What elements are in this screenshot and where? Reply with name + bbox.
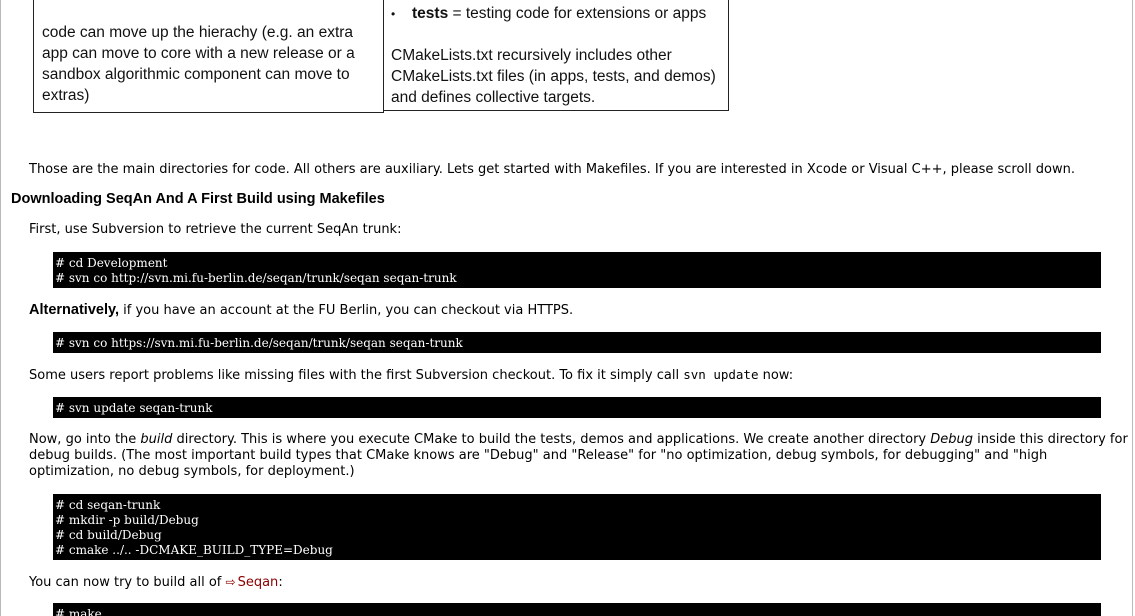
table-left-line: extras) — [42, 87, 90, 104]
table-right-line: CMakeLists.txt files (in apps, tests, an… — [391, 68, 716, 85]
table-right-line: CMakeLists.txt recursively includes othe… — [391, 47, 672, 64]
seqan-link[interactable]: Seqan — [238, 575, 279, 590]
section-heading: Downloading SeqAn And A First Build usin… — [11, 191, 385, 207]
table-right-line: and defines collective targets. — [391, 89, 596, 106]
intro-paragraph: Those are the main directories for code.… — [29, 162, 1075, 177]
step1-paragraph: First, use Subversion to retrieve the cu… — [29, 222, 402, 237]
problem-paragraph: Some users report problems like missing … — [29, 367, 793, 384]
try-build-colon: : — [278, 575, 283, 590]
code-block-https-checkout[interactable]: # svn co https://svn.mi.fu-berlin.de/seq… — [53, 332, 1101, 353]
problem-text-start: Some users report problems like missing … — [29, 368, 684, 383]
bullet-description: = testing code for extensions or apps — [448, 5, 707, 22]
build-dir-emphasis: build — [140, 432, 173, 447]
build-paragraph: Now, go into the build directory. This i… — [29, 432, 1129, 480]
bullet-icon: • — [391, 7, 396, 21]
cmakelists-description: CMakeLists.txt recursively includes othe… — [391, 45, 728, 108]
alternatively-label: Alternatively, — [29, 302, 119, 318]
tests-bullet-item: • tests = testing code for extensions or… — [391, 3, 728, 25]
try-build-text: You can now try to build all of — [29, 575, 226, 590]
directory-table-image: code can move up the hierachy (e.g. an e… — [33, 0, 729, 113]
table-cell-left: code can move up the hierachy (e.g. an e… — [33, 0, 384, 113]
alternative-text: if you have an account at the FU Berlin,… — [119, 303, 574, 318]
alternative-paragraph: Alternatively, if you have an account at… — [29, 302, 573, 319]
table-left-line: code can move up the hierachy (e.g. an e… — [42, 24, 354, 41]
code-block-make[interactable]: # make — [53, 603, 1101, 616]
svn-update-inline-code: svn update — [683, 367, 759, 382]
code-block-svn-update[interactable]: # svn update seqan-trunk — [53, 397, 1101, 418]
code-block-cmake-setup[interactable]: # cd seqan-trunk # mkdir -p build/Debug … — [53, 494, 1101, 560]
table-left-line: sandbox algorithmic component can move t… — [42, 66, 350, 83]
debug-dir-emphasis: Debug — [930, 432, 974, 447]
table-left-line: app can move to core with a new release … — [42, 45, 355, 62]
build-text-1: Now, go into the — [29, 432, 141, 447]
wiki-link-arrow-icon: ⇨ — [225, 575, 236, 589]
build-text-2: directory. This is where you execute CMa… — [172, 432, 931, 447]
bullet-term: tests — [412, 5, 449, 22]
code-block-checkout[interactable]: # cd Development # svn co http://svn.mi.… — [53, 252, 1101, 288]
try-build-paragraph: You can now try to build all of ⇨ Seqan: — [29, 574, 283, 591]
table-cell-right: • tests = testing code for extensions or… — [383, 0, 729, 111]
problem-text-end: now: — [758, 368, 794, 383]
